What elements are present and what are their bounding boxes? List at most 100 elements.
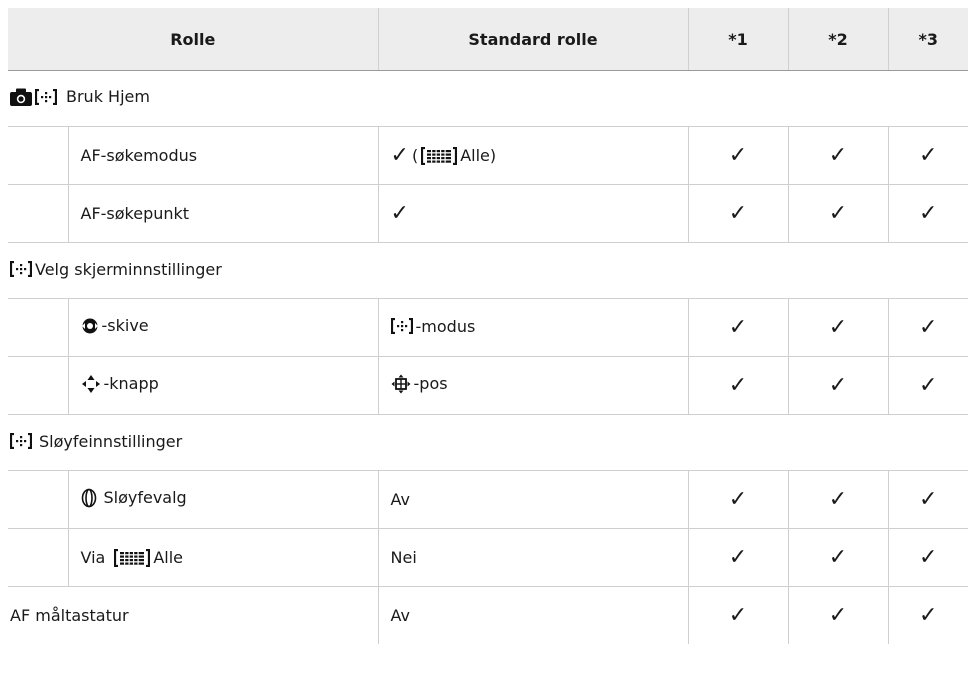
af-target-icon <box>10 433 32 449</box>
check-icon: ✓ <box>828 372 848 398</box>
dial-icon <box>81 318 98 334</box>
check-icon: ✓ <box>919 372 938 398</box>
check-icon: ✓ <box>919 544 938 570</box>
role-cell: Sløyfevalg <box>67 470 379 529</box>
check-icon: ✓ <box>390 142 409 168</box>
header-col-3: *3 <box>887 8 969 71</box>
check-cell: ✓ <box>787 356 889 415</box>
af-target-icon <box>35 89 57 105</box>
check-icon: ✓ <box>828 200 848 226</box>
table-row: -knapp -pos ✓ ✓ ✓ <box>8 356 969 415</box>
section-row: Bruk Hjem <box>8 71 968 127</box>
check-icon: ✓ <box>919 314 938 340</box>
check-cell: ✓ <box>787 586 889 644</box>
check-icon: ✓ <box>728 314 748 340</box>
check-cell: ✓ <box>787 126 889 185</box>
table-row: Sløyfevalg Av ✓ ✓ ✓ <box>8 470 969 529</box>
table-row: -skive -modus ✓ ✓ ✓ <box>8 298 969 357</box>
role-label: -knapp <box>103 374 159 393</box>
af-target-icon <box>391 318 413 334</box>
role-cell: -knapp <box>67 356 379 415</box>
check-cell: ✓ <box>787 298 889 357</box>
role-prefix: Via <box>80 548 106 567</box>
check-cell: ✓ <box>887 528 969 587</box>
table-row: AF måltastatur Av ✓ ✓ ✓ <box>8 586 969 644</box>
role-cell: -skive <box>67 298 379 357</box>
header-standard-role: Standard rolle <box>377 8 689 71</box>
check-cell: ✓ <box>887 126 969 185</box>
settings-table: Rolle Standard rolle *1 *2 *3 Bruk Hjem <box>8 8 969 644</box>
check-cell: ✓ <box>787 184 889 243</box>
role-cell: AF måltastatur <box>8 586 379 644</box>
check-icon: ✓ <box>728 486 748 512</box>
check-cell: ✓ <box>687 356 789 415</box>
check-cell: ✓ <box>687 586 789 644</box>
check-cell: ✓ <box>687 528 789 587</box>
check-icon: ✓ <box>728 602 748 628</box>
check-cell: ✓ <box>687 298 789 357</box>
check-icon: ✓ <box>728 200 748 226</box>
table-row: AF-søkepunkt ✓ ✓ ✓ ✓ <box>8 184 969 243</box>
section-title-bruk-hjem: Bruk Hjem <box>8 71 968 127</box>
all-targets-icon <box>421 147 457 165</box>
check-icon: ✓ <box>728 142 748 168</box>
role-label: Sløyfevalg <box>103 488 187 507</box>
check-icon: ✓ <box>828 314 848 340</box>
role-cell: AF-søkemodus <box>67 126 379 185</box>
af-target-icon <box>10 261 32 277</box>
section-title-sloyfeinnstillinger: Sløyfeinnstillinger <box>8 414 969 471</box>
header-role: Rolle <box>8 8 379 71</box>
standard-cell: -pos <box>377 356 689 415</box>
section-label: Velg skjerminnstillinger <box>35 259 222 279</box>
check-cell: ✓ <box>887 586 969 644</box>
check-icon: ✓ <box>728 372 748 398</box>
arrow-pad-icon <box>81 374 100 393</box>
check-icon: ✓ <box>828 142 848 168</box>
standard-cell: Av <box>377 470 689 529</box>
standard-label: -pos <box>413 374 448 393</box>
role-label: Alle <box>153 548 184 567</box>
section-title-velg-skjerminnstillinger: Velg skjerminnstillinger <box>8 242 969 299</box>
standard-label: -modus <box>415 316 476 336</box>
check-cell: ✓ <box>887 184 969 243</box>
standard-open-paren: ( <box>411 146 419 165</box>
indent-cell <box>8 184 68 243</box>
role-label: -skive <box>101 316 149 336</box>
header-row: Rolle Standard rolle *1 *2 *3 <box>8 8 969 71</box>
check-cell: ✓ <box>787 528 889 587</box>
standard-cell: -modus <box>377 298 689 357</box>
check-icon: ✓ <box>828 602 848 628</box>
check-cell: ✓ <box>887 470 969 529</box>
table-row: Via Alle Nei ✓ ✓ ✓ <box>8 528 969 587</box>
section-label: Sløyfeinnstillinger <box>39 431 183 451</box>
check-cell: ✓ <box>887 356 969 415</box>
all-targets-icon <box>114 549 150 567</box>
camera-icon <box>10 88 32 106</box>
role-cell: AF-søkepunkt <box>67 184 379 243</box>
header-col-2: *2 <box>787 8 889 71</box>
check-icon: ✓ <box>919 602 938 628</box>
indent-cell <box>8 470 68 529</box>
check-icon: ✓ <box>728 544 748 570</box>
section-row: Sløyfeinnstillinger <box>8 414 969 471</box>
check-cell: ✓ <box>787 470 889 529</box>
standard-cell: ✓ ( Alle) <box>377 126 689 185</box>
standard-cell: ✓ <box>377 184 689 243</box>
table-row: AF-søkemodus ✓ ( Alle) ✓ ✓ ✓ <box>8 126 969 185</box>
check-icon: ✓ <box>919 486 938 512</box>
check-icon: ✓ <box>828 486 848 512</box>
check-cell: ✓ <box>887 298 969 357</box>
section-label: Bruk Hjem <box>66 87 150 107</box>
indent-cell <box>8 126 68 185</box>
section-row: Velg skjerminnstillinger <box>8 242 969 299</box>
check-icon: ✓ <box>919 142 938 168</box>
check-icon: ✓ <box>828 544 848 570</box>
af-position-icon <box>391 374 411 393</box>
check-icon: ✓ <box>390 200 409 226</box>
check-cell: ✓ <box>687 184 789 243</box>
loop-icon <box>81 488 96 507</box>
role-cell: Via Alle <box>67 528 379 587</box>
standard-label: Alle) <box>460 146 497 165</box>
indent-cell <box>8 356 68 415</box>
check-cell: ✓ <box>687 470 789 529</box>
